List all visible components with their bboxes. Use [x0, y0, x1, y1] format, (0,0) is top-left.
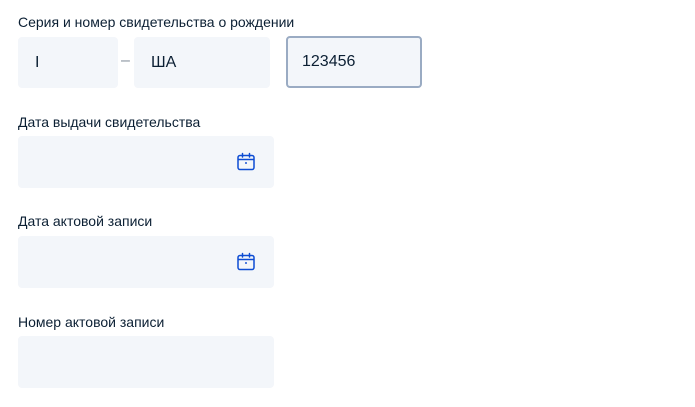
series-roman-input[interactable]: I — [18, 37, 118, 88]
record-date-label: Дата актовой записи — [18, 213, 153, 229]
series-letters-value: ША — [151, 53, 177, 71]
series-separator: – — [121, 52, 130, 69]
issue-date-label: Дата выдачи свидетельства — [18, 114, 201, 130]
record-number-input[interactable] — [18, 336, 274, 388]
record-number-label: Номер актовой записи — [18, 314, 165, 330]
series-letters-input[interactable]: ША — [134, 37, 270, 88]
certificate-number-input[interactable]: 123456 — [286, 36, 422, 88]
issue-date-input[interactable] — [18, 136, 274, 188]
series-roman-value: I — [35, 53, 40, 71]
record-date-input[interactable] — [18, 236, 274, 288]
calendar-icon[interactable] — [236, 152, 256, 172]
certificate-number-value: 123456 — [302, 53, 356, 70]
calendar-icon[interactable] — [236, 252, 256, 272]
certificate-label: Серия и номер свидетельства о рождении — [18, 14, 295, 30]
